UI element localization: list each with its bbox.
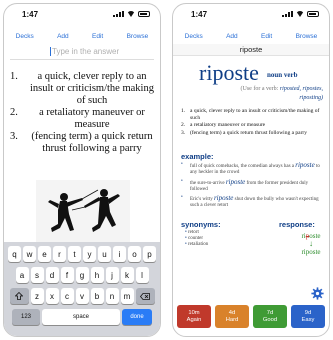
good-button[interactable]: 7d Good bbox=[253, 305, 287, 328]
top-nav: Decks Add Edit Browse bbox=[4, 28, 160, 44]
keyboard-row-4: 123 space done bbox=[6, 309, 158, 325]
right-phone-screen: 1:47 Decks Add Edit Browse riposte ripos… bbox=[172, 3, 330, 337]
key-r[interactable]: r bbox=[53, 246, 66, 262]
battery-icon bbox=[138, 11, 150, 17]
key-u[interactable]: u bbox=[98, 246, 111, 262]
text-caret bbox=[50, 47, 51, 57]
keyboard-row-1: q w e r t y u i o p bbox=[6, 246, 158, 262]
status-time: 1:47 bbox=[191, 10, 208, 19]
key-e[interactable]: e bbox=[38, 246, 51, 262]
key-c[interactable]: c bbox=[60, 288, 74, 304]
hard-button[interactable]: 4d Hard bbox=[215, 305, 249, 328]
status-bar: 1:47 bbox=[4, 4, 160, 26]
key-f[interactable]: f bbox=[60, 267, 74, 283]
nav-add[interactable]: Add bbox=[226, 33, 238, 40]
answer-input[interactable]: Type in the answer bbox=[10, 47, 154, 60]
top-nav: Decks Add Edit Browse bbox=[173, 28, 329, 44]
key-h[interactable]: h bbox=[90, 267, 104, 283]
response-comparison: riposte ↓ riposte bbox=[291, 232, 329, 256]
keyboard-row-2: a s d f g h j k l bbox=[6, 267, 158, 283]
status-bar: 1:47 bbox=[173, 4, 329, 26]
easy-button[interactable]: 9d Easy bbox=[291, 305, 325, 328]
synonyms-heading: synonyms: bbox=[181, 220, 221, 229]
nav-browse[interactable]: Browse bbox=[296, 33, 318, 40]
onscreen-keyboard: q w e r t y u i o p a s d f g h j k l z bbox=[4, 242, 160, 336]
key-d[interactable]: d bbox=[45, 267, 59, 283]
definition-list: 1. a quick, clever reply to an insult or … bbox=[181, 108, 325, 137]
key-n[interactable]: n bbox=[105, 288, 119, 304]
nav-edit[interactable]: Edit bbox=[92, 33, 103, 40]
nav-decks[interactable]: Decks bbox=[185, 33, 203, 40]
nav-browse[interactable]: Browse bbox=[127, 33, 149, 40]
synonym-list: retort counter retaliation bbox=[185, 230, 208, 248]
space-key[interactable]: space bbox=[42, 309, 120, 325]
definition-list: 1. a quick, clever reply to an insult or … bbox=[10, 71, 156, 155]
key-s[interactable]: s bbox=[30, 267, 44, 283]
part-of-speech: noun verb bbox=[267, 71, 298, 79]
left-phone-screen: 1:47 Decks Add Edit Browse Type in the a… bbox=[3, 3, 161, 337]
answer-placeholder: Type in the answer bbox=[52, 47, 120, 56]
fencers-silhouette bbox=[48, 189, 120, 232]
definition-item: 1. a quick, clever reply to an insult or … bbox=[10, 71, 154, 106]
battery-icon bbox=[307, 11, 319, 17]
key-p[interactable]: p bbox=[143, 246, 156, 262]
key-x[interactable]: x bbox=[45, 288, 59, 304]
keyboard-row-3: z x c v b n m bbox=[6, 288, 158, 304]
key-a[interactable]: a bbox=[15, 267, 29, 283]
answer-grade-buttons: 10m Again 4d Hard 7d Good 9d Easy bbox=[177, 305, 325, 328]
example-heading: example: bbox=[181, 152, 214, 161]
definition-item: 1. a quick, clever reply to an insult or … bbox=[181, 108, 320, 121]
definition-item: 3. (fencing term) a quick return thrust f… bbox=[181, 129, 307, 136]
headword: riposte bbox=[199, 60, 259, 85]
card-title: riposte bbox=[173, 44, 329, 56]
definition-item: 3. (fencing term) a quick return thrust f… bbox=[10, 131, 153, 154]
nav-edit[interactable]: Edit bbox=[261, 33, 272, 40]
correct-answer: riposte bbox=[301, 248, 321, 256]
key-l[interactable]: l bbox=[135, 267, 149, 283]
key-m[interactable]: m bbox=[120, 288, 134, 304]
example-item: • Eric's witty riposte shut down the bull… bbox=[181, 194, 319, 209]
signal-icon bbox=[282, 11, 293, 17]
status-time: 1:47 bbox=[22, 10, 39, 19]
example-item: • full of quick comebacks, the comedian a… bbox=[181, 161, 320, 176]
synonym-item: retaliation bbox=[185, 242, 208, 248]
key-v[interactable]: v bbox=[75, 288, 89, 304]
example-list: • full of quick comebacks, the comedian a… bbox=[181, 162, 321, 212]
delete-icon[interactable] bbox=[135, 288, 155, 304]
key-j[interactable]: j bbox=[105, 267, 119, 283]
shift-icon[interactable] bbox=[9, 288, 29, 304]
verb-forms: (Use for a verb: riposted, ripostes, rip… bbox=[240, 86, 324, 101]
nav-decks[interactable]: Decks bbox=[16, 33, 34, 40]
key-g[interactable]: g bbox=[75, 267, 89, 283]
key-y[interactable]: y bbox=[83, 246, 96, 262]
key-k[interactable]: k bbox=[120, 267, 134, 283]
again-button[interactable]: 10m Again bbox=[177, 305, 211, 328]
definition-item: 2. a retaliatory maneuver or measure bbox=[10, 107, 145, 130]
arrow-down-icon: ↓ bbox=[309, 239, 313, 248]
signal-icon bbox=[113, 11, 124, 17]
key-o[interactable]: o bbox=[128, 246, 141, 262]
wifi-icon bbox=[296, 11, 304, 17]
key-w[interactable]: w bbox=[23, 246, 36, 262]
numbers-key[interactable]: 123 bbox=[12, 309, 40, 325]
definition-item: 2. a retaliatory maneuver or measure bbox=[181, 122, 266, 129]
done-key[interactable]: done bbox=[122, 309, 152, 325]
nav-add[interactable]: Add bbox=[57, 33, 69, 40]
gear-icon[interactable] bbox=[311, 287, 324, 300]
key-t[interactable]: t bbox=[68, 246, 81, 262]
fencing-image bbox=[36, 180, 130, 242]
key-i[interactable]: i bbox=[113, 246, 126, 262]
example-item: • the sure-to-arrive riposte from the for… bbox=[181, 177, 309, 192]
wifi-icon bbox=[127, 11, 135, 17]
response-heading: response: bbox=[279, 220, 315, 229]
key-z[interactable]: z bbox=[30, 288, 44, 304]
key-b[interactable]: b bbox=[90, 288, 104, 304]
key-q[interactable]: q bbox=[8, 246, 21, 262]
